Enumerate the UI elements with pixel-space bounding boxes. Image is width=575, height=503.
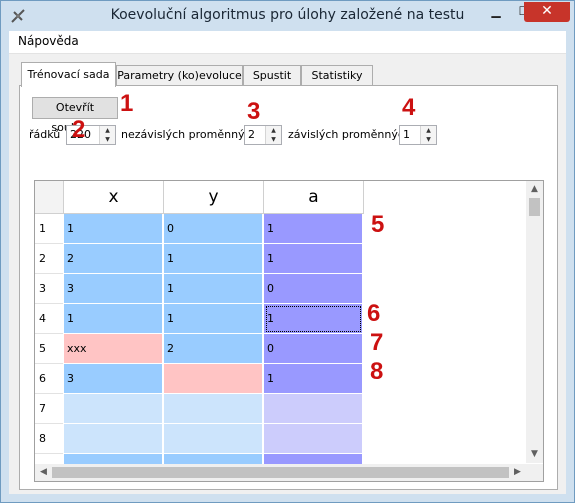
independent-vars-spinbox[interactable]: 2 ▲ ▼: [244, 125, 282, 145]
callout-4: 4: [402, 94, 416, 121]
grid-cell[interactable]: 2: [164, 334, 263, 364]
grid-cell[interactable]: xxx: [64, 334, 163, 364]
grid-cell[interactable]: 1: [164, 274, 263, 304]
grid-cell[interactable]: 3: [64, 364, 163, 394]
row-header[interactable]: 1: [35, 214, 63, 244]
tab-run[interactable]: Spustit: [243, 65, 301, 86]
independent-vars-label: nezávislých proměnných: [121, 128, 258, 141]
training-set-pane: Otevřít soubor... řádků 220 ▲▼ nezávislý…: [19, 85, 558, 490]
row-header[interactable]: 2: [35, 244, 63, 274]
rows-label: řádků: [29, 128, 61, 141]
grid-cell[interactable]: 1: [164, 244, 263, 274]
callout-6: 6: [367, 300, 381, 327]
column-header-y[interactable]: y: [164, 181, 264, 214]
grid-cell[interactable]: [164, 394, 263, 424]
row-header[interactable]: 8: [35, 424, 63, 454]
dependent-vars-label: závislých proměnných: [288, 128, 411, 141]
callout-8: 8: [370, 358, 384, 385]
column-header-a[interactable]: a: [264, 181, 364, 214]
horizontal-scrollbar[interactable]: ◀ ▶: [35, 464, 526, 481]
grid-cell[interactable]: 1: [264, 364, 363, 394]
grid-cell[interactable]: 0: [164, 214, 263, 244]
callout-7: 7: [370, 329, 384, 356]
callout-2: 2: [72, 116, 86, 143]
dependent-down-icon[interactable]: ▼: [421, 135, 436, 144]
data-grid[interactable]: x y a 11012211331041115xxx20631789234 ▲ …: [34, 180, 544, 482]
tab-training-set[interactable]: Trénovací sada: [21, 62, 116, 87]
close-button[interactable]: ✕: [524, 2, 570, 22]
scroll-right-icon[interactable]: ▶: [509, 464, 526, 481]
grid-cell[interactable]: [164, 364, 263, 394]
grid-cell[interactable]: 0: [264, 274, 363, 304]
menu-item-help[interactable]: Nápověda: [18, 34, 79, 48]
grid-cell[interactable]: 1: [264, 304, 363, 334]
column-header-x[interactable]: x: [64, 181, 164, 214]
dependent-vars-value: 1: [403, 128, 410, 141]
scroll-left-icon[interactable]: ◀: [35, 464, 52, 481]
grid-cell[interactable]: 3: [64, 274, 163, 304]
tab-parameters[interactable]: Parametry (ko)evoluce: [116, 65, 243, 86]
grid-cell[interactable]: [164, 424, 263, 454]
horizontal-scroll-thumb[interactable]: [52, 467, 509, 478]
menu-bar: Nápověda: [9, 31, 566, 54]
grid-cell[interactable]: [264, 424, 363, 454]
grid-cell[interactable]: 0: [264, 334, 363, 364]
minimize-button[interactable]: ▁: [482, 2, 510, 22]
grid-cell[interactable]: 2: [64, 244, 163, 274]
scroll-up-icon[interactable]: ▲: [526, 181, 543, 198]
tab-statistics[interactable]: Statistiky: [301, 65, 373, 86]
independent-down-icon[interactable]: ▼: [266, 135, 281, 144]
grid-cell[interactable]: [264, 394, 363, 424]
app-window: Koevoluční algoritmus pro úlohy založené…: [0, 0, 575, 503]
row-header[interactable]: 5: [35, 334, 63, 364]
grid-cell[interactable]: [64, 424, 163, 454]
grid-corner[interactable]: [35, 181, 64, 214]
callout-1: 1: [120, 90, 134, 117]
rows-down-icon[interactable]: ▼: [100, 135, 115, 144]
grid-cell[interactable]: 1: [64, 304, 163, 334]
grid-cell[interactable]: 1: [264, 214, 363, 244]
scroll-down-icon[interactable]: ▼: [526, 446, 543, 463]
grid-cell[interactable]: 1: [164, 304, 263, 334]
row-header[interactable]: 7: [35, 394, 63, 424]
independent-vars-value: 2: [248, 128, 255, 141]
grid-cell[interactable]: 1: [264, 244, 363, 274]
row-header[interactable]: 6: [35, 364, 63, 394]
vertical-scrollbar[interactable]: ▲ ▼: [526, 181, 543, 463]
callout-3: 3: [247, 98, 261, 125]
scroll-corner: [526, 464, 543, 481]
grid-cell[interactable]: 1: [64, 214, 163, 244]
vertical-scroll-thumb[interactable]: [529, 198, 540, 216]
grid-cell[interactable]: [64, 394, 163, 424]
dependent-vars-spinbox[interactable]: 1 ▲ ▼: [399, 125, 437, 145]
title-bar[interactable]: Koevoluční algoritmus pro úlohy založené…: [1, 1, 574, 31]
row-header[interactable]: 3: [35, 274, 63, 304]
row-header[interactable]: 4: [35, 304, 63, 334]
callout-5: 5: [371, 211, 385, 238]
client-area: Nápověda Trénovací sada Parametry (ko)ev…: [9, 31, 566, 494]
